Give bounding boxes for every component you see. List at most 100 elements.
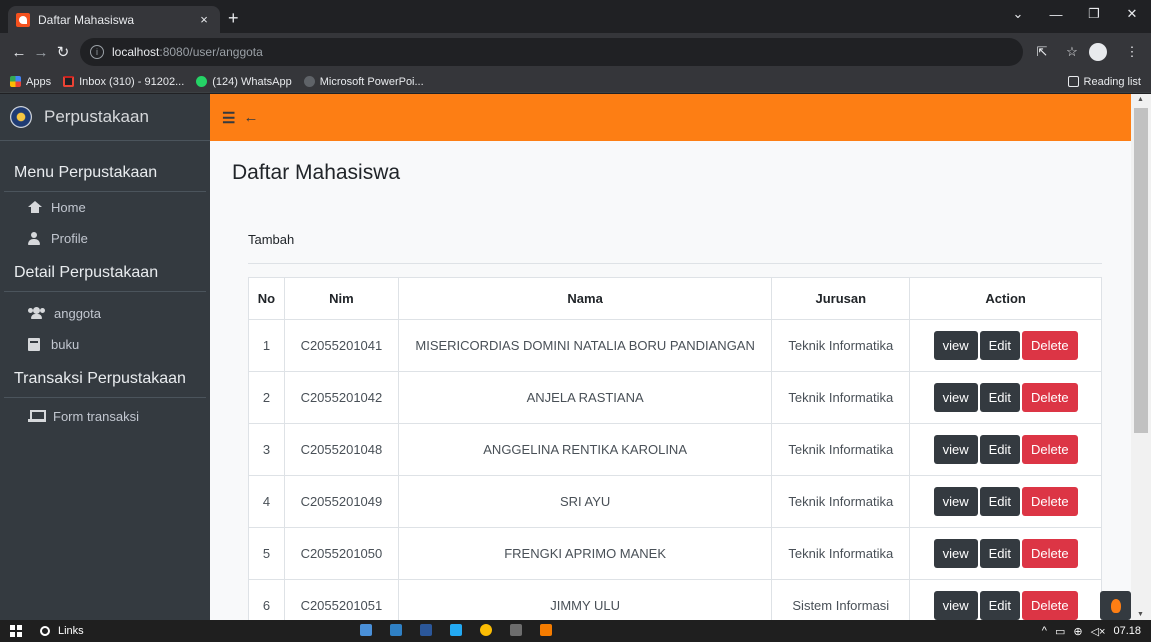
tab-search-icon[interactable]: ⌄ — [999, 0, 1037, 28]
scroll-down-icon[interactable]: ▼ — [1137, 611, 1144, 618]
sidebar-item-buku[interactable]: buku — [0, 329, 210, 360]
view-button[interactable]: view — [933, 331, 978, 360]
table-row: 6 C2055201051 JIMMY ULU Sistem Informasi vie… — [248, 579, 1102, 620]
cell-nim: C2055201049 — [283, 475, 399, 528]
brand-text: Perpustakaan — [44, 107, 149, 126]
page-title: Daftar Mahasiswa — [232, 161, 401, 184]
tab-close-icon[interactable]: × — [196, 12, 212, 27]
cell-no: 3 — [248, 423, 285, 476]
address-bar[interactable]: i localhost :8080/user/anggota — [80, 38, 1023, 66]
hamburger-menu-icon[interactable]: ☰ — [222, 109, 235, 127]
close-window-icon[interactable]: ✕ — [1113, 0, 1151, 28]
home-icon — [28, 200, 42, 215]
app-icon[interactable] — [540, 624, 552, 636]
volume-icon[interactable]: ◁× — [1091, 625, 1106, 638]
terminal-icon[interactable] — [510, 624, 522, 636]
sidebar-item-profile[interactable]: Profile — [0, 223, 210, 254]
nav-header-transaksi: Transaksi Perpustakaan — [4, 360, 206, 398]
delete-button[interactable]: Delete — [1022, 331, 1078, 360]
column-header-nim: Nim — [283, 277, 399, 320]
edit-button[interactable]: Edit — [979, 435, 1021, 464]
delete-button[interactable]: Delete — [1022, 383, 1078, 412]
clock[interactable]: 07.18 — [1113, 625, 1141, 637]
kebab-menu-icon[interactable]: ⋮ — [1121, 44, 1143, 60]
scroll-up-icon[interactable]: ▲ — [1137, 96, 1144, 103]
view-button[interactable]: view — [933, 487, 978, 516]
tray-overflow-icon[interactable]: ^ — [1042, 625, 1047, 637]
browser-tabstrip: Daftar Mahasiswa × + ⌄ — ❐ ✕ — [0, 0, 1151, 33]
column-header-nama: Nama — [397, 277, 773, 320]
cell-nama: ANGGELINA RENTIKA KAROLINA — [397, 423, 773, 476]
bookmark-label: Apps — [26, 75, 52, 88]
minimize-icon[interactable]: — — [1037, 0, 1075, 28]
reload-icon[interactable]: ↻ — [52, 43, 74, 61]
network-icon[interactable]: ⊕ — [1073, 625, 1082, 638]
site-info-icon[interactable]: i — [90, 45, 104, 59]
delete-button[interactable]: Delete — [1022, 435, 1078, 464]
cell-nim: C2055201051 — [283, 579, 399, 620]
profile-avatar-icon[interactable] — [1089, 43, 1107, 61]
table-row: 4 C2055201049 SRI AYU Teknik Informatika vie… — [248, 475, 1102, 528]
forward-icon[interactable]: → — [30, 44, 52, 61]
table-row: 1 C2055201041 MISERICORDIAS DOMINI NATALIA… — [248, 319, 1102, 372]
cell-nama: MISERICORDIAS DOMINI NATALIA BORU PANDIA… — [397, 319, 773, 372]
delete-button[interactable]: Delete — [1022, 539, 1078, 568]
tab-title: Daftar Mahasiswa — [38, 12, 135, 27]
sidebar-item-anggota[interactable]: anggota — [0, 298, 210, 329]
edit-button[interactable]: Edit — [979, 487, 1021, 516]
browser-tab[interactable]: Daftar Mahasiswa × — [8, 6, 220, 33]
delete-button[interactable]: Delete — [1022, 487, 1078, 516]
brand-link[interactable]: Perpustakaan — [0, 94, 210, 141]
bookmark-star-icon[interactable]: ☆ — [1061, 44, 1083, 60]
gmail-icon — [63, 76, 75, 87]
vscode-icon[interactable] — [450, 624, 462, 636]
reading-list-button[interactable]: Reading list — [1067, 76, 1141, 88]
taskbar-search-label[interactable]: Links — [58, 625, 84, 637]
view-button[interactable]: view — [933, 383, 978, 412]
view-button[interactable]: view — [933, 591, 978, 620]
edit-button[interactable]: Edit — [979, 591, 1021, 620]
cell-action: view Edit Delete — [909, 527, 1102, 580]
tambah-link[interactable]: Tambah — [248, 232, 294, 247]
sidebar-item-label: Home — [51, 200, 86, 215]
bookmark-apps[interactable]: Apps — [10, 76, 51, 88]
browser-toolbar: ← → ↻ i localhost :8080/user/anggota ⇱ ☆… — [0, 33, 1151, 71]
laptop-icon — [28, 409, 46, 424]
search-icon[interactable] — [40, 626, 50, 636]
desktop-app-icon[interactable] — [360, 624, 372, 636]
edit-button[interactable]: Edit — [979, 331, 1021, 360]
view-button[interactable]: view — [933, 539, 978, 568]
restore-icon[interactable]: ❐ — [1075, 0, 1113, 28]
bookmarks-bar: Apps Inbox (310) - 91202... (124) WhatsA… — [0, 71, 1151, 93]
share-icon[interactable]: ⇱ — [1031, 44, 1053, 60]
url-host: localhost — [112, 45, 160, 59]
site-favicon-icon — [16, 12, 30, 27]
battery-icon[interactable]: ▭ — [1055, 625, 1065, 638]
cell-nim: C2055201048 — [283, 423, 399, 476]
bookmark-whatsapp[interactable]: (124) WhatsApp — [196, 75, 292, 88]
bookmark-label: (124) WhatsApp — [212, 75, 292, 88]
back-arrow-icon[interactable]: ← — [243, 109, 258, 126]
whatsapp-icon — [196, 76, 208, 87]
cell-action: view Edit Delete — [909, 475, 1102, 528]
bookmark-powerpoint[interactable]: Microsoft PowerPoi... — [303, 76, 424, 88]
sidebar-item-home[interactable]: Home — [0, 192, 210, 223]
word-icon[interactable] — [420, 624, 432, 636]
page-scrollbar[interactable]: ▲ ▼ — [1131, 94, 1151, 620]
table-body: 1 C2055201041 MISERICORDIAS DOMINI NATALIA… — [248, 319, 1102, 620]
sidebar-item-form-transaksi[interactable]: Form transaksi — [0, 401, 210, 432]
new-tab-button[interactable]: + — [228, 9, 239, 27]
bookmark-inbox[interactable]: Inbox (310) - 91202... — [63, 76, 184, 88]
system-tray: ^ ▭ ⊕ ◁× 07.18 — [1034, 620, 1141, 642]
page-viewport: Perpustakaan Menu Perpustakaan Home Prof… — [0, 94, 1151, 620]
file-explorer-icon[interactable] — [390, 624, 402, 636]
edit-button[interactable]: Edit — [979, 539, 1021, 568]
back-icon[interactable]: ← — [8, 44, 30, 61]
edit-button[interactable]: Edit — [979, 383, 1021, 412]
floating-action-button[interactable] — [1100, 591, 1131, 620]
scrollbar-thumb[interactable] — [1134, 108, 1148, 433]
windows-start-icon[interactable] — [10, 625, 22, 637]
view-button[interactable]: view — [933, 435, 978, 464]
delete-button[interactable]: Delete — [1022, 591, 1078, 620]
chrome-icon[interactable] — [480, 624, 492, 636]
